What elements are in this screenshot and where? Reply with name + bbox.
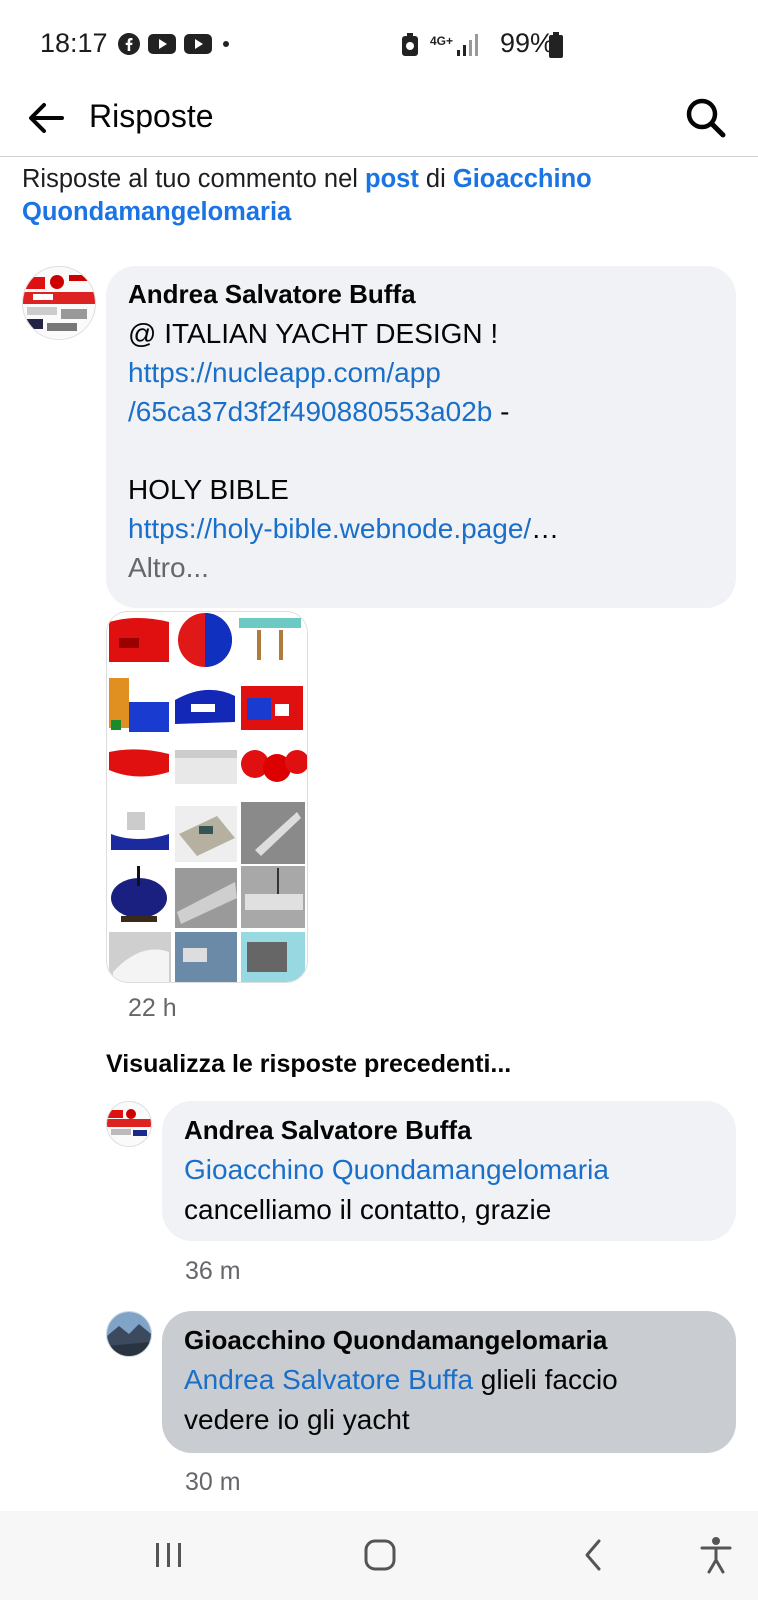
status-time: 18:17 [40, 28, 108, 58]
top-app-bar: Risposte [0, 80, 758, 157]
comment-bubble[interactable]: Andrea Salvatore Buffa @ ITALIAN YACHT D… [106, 266, 736, 608]
comment-line: @ ITALIAN YACHT DESIGN ! [128, 318, 499, 349]
sim-icon [402, 33, 418, 56]
battery-percent: 99% [500, 28, 555, 58]
search-button[interactable] [682, 94, 730, 142]
reply-body: Gioacchino Quondamangelomaria cancelliam… [184, 1150, 714, 1230]
reply-author[interactable]: Andrea Salvatore Buffa [184, 1114, 714, 1146]
youtube-icon [148, 34, 176, 54]
avatar[interactable] [106, 1101, 152, 1147]
post-link[interactable]: post [365, 165, 419, 193]
page-title: Risposte [89, 98, 214, 134]
avatar-image [107, 1312, 151, 1356]
facebook-icon [118, 33, 140, 55]
avatar[interactable] [22, 266, 96, 340]
reply-text: cancelliamo il contatto, grazie [184, 1194, 552, 1225]
comment-link[interactable]: https://nucleapp.com/app [128, 357, 441, 388]
home-icon[interactable] [358, 1533, 402, 1577]
replies-context: Risposte al tuo commento nel post di Gio… [22, 163, 722, 229]
comment-time: 22 h [128, 994, 177, 1022]
status-bar: 18:17 4G+ 99% [0, 0, 758, 90]
comment-attachment-image[interactable] [106, 611, 308, 983]
comment-dash: - [492, 396, 510, 427]
reply-time: 30 m [185, 1468, 241, 1496]
comment-body: @ ITALIAN YACHT DESIGN ! https://nucleap… [128, 314, 714, 587]
reply-bubble-highlighted[interactable]: Gioacchino Quondamangelomaria Andrea Sal… [162, 1311, 736, 1453]
status-notifications [118, 33, 232, 55]
comment-author[interactable]: Andrea Salvatore Buffa [128, 278, 714, 310]
context-prefix: Risposte al tuo commento nel [22, 165, 366, 193]
accessibility-icon[interactable] [694, 1533, 738, 1577]
reply-mention-link[interactable]: Andrea Salvatore Buffa [184, 1364, 473, 1395]
system-navigation-bar [0, 1511, 758, 1600]
view-previous-replies-link[interactable]: Visualizza le risposte precedenti... [106, 1050, 511, 1079]
reply-text: glieli faccio [473, 1364, 618, 1395]
reply-author[interactable]: Gioacchino Quondamangelomaria [184, 1324, 714, 1356]
reply-time: 36 m [185, 1257, 241, 1285]
reply-mention-link[interactable]: Gioacchino Quondamangelomaria [184, 1150, 714, 1190]
attachment-thumbnail-grid [107, 612, 307, 982]
avatar-image [107, 1102, 151, 1146]
reply-bubble[interactable]: Andrea Salvatore Buffa Gioacchino Quonda… [162, 1101, 736, 1241]
reply-text: vedere io gli yacht [184, 1404, 410, 1435]
context-middle: di [418, 165, 453, 193]
back-button[interactable] [22, 94, 70, 142]
signal-icon [457, 34, 478, 56]
dot-icon [223, 41, 229, 47]
comment-line: HOLY BIBLE [128, 474, 289, 505]
see-more-link[interactable]: Altro... [128, 548, 714, 587]
back-arrow-icon [29, 103, 64, 133]
avatar-image [23, 267, 95, 339]
avatar[interactable] [106, 1311, 152, 1357]
battery-icon [549, 32, 563, 58]
network-label: 4G+ [430, 34, 454, 48]
youtube-icon [184, 34, 212, 54]
reply-body: Andrea Salvatore Buffa glieli faccio ved… [184, 1360, 714, 1440]
comment-link[interactable]: https://holy-bible.webnode.page/ [128, 513, 531, 544]
search-icon [686, 98, 726, 138]
nav-back-icon[interactable] [572, 1533, 616, 1577]
comment-ellipsis: … [531, 513, 560, 544]
comment-link[interactable]: /65ca37d3f2f490880553a02b [128, 396, 492, 427]
recents-icon[interactable] [147, 1533, 191, 1577]
